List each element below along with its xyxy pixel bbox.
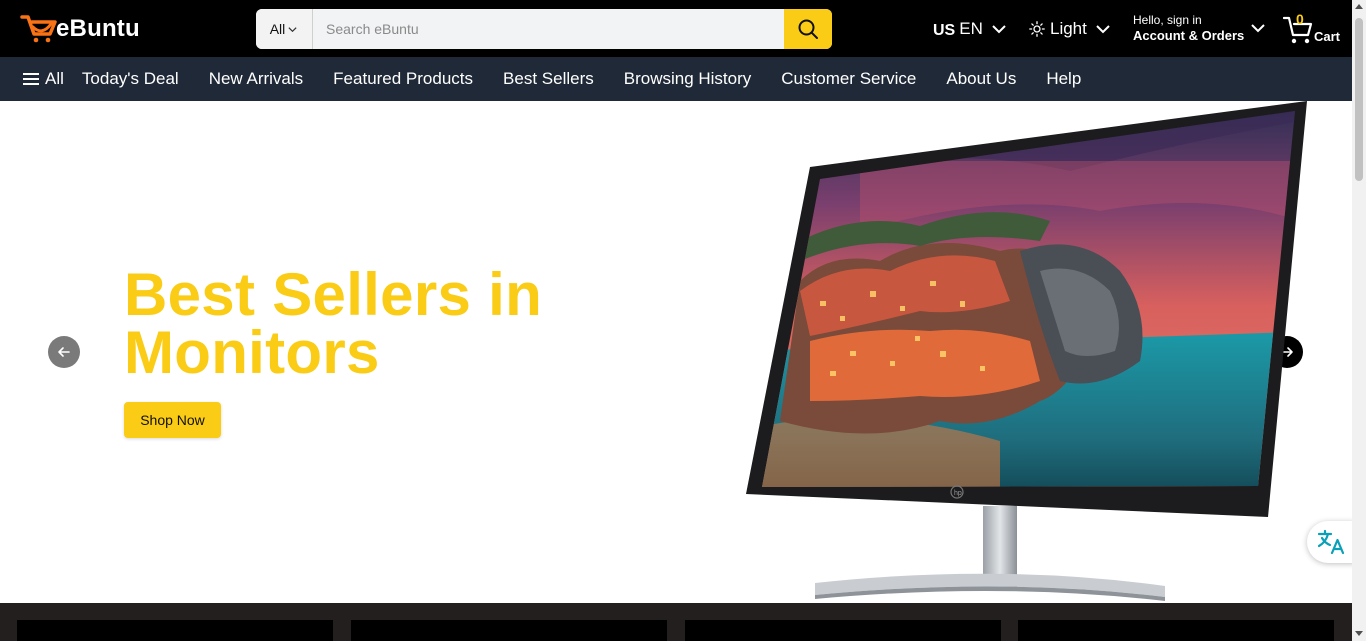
search-bar: All — [256, 9, 832, 49]
hamburger-icon — [23, 73, 39, 85]
nav-item-featured-products[interactable]: Featured Products — [333, 69, 473, 89]
search-icon — [798, 19, 818, 39]
nav-item-about-us[interactable]: About Us — [946, 69, 1016, 89]
cart-count: 0 — [1296, 11, 1304, 27]
nav-all-label: All — [45, 69, 64, 88]
language-code: EN — [959, 19, 983, 38]
chevron-down-icon — [1096, 25, 1110, 34]
flag-label: US — [933, 21, 956, 39]
nav-item-help[interactable]: Help — [1046, 69, 1081, 89]
page-scrollbar[interactable] — [1352, 0, 1366, 641]
product-card[interactable] — [1018, 620, 1334, 641]
search-button[interactable] — [784, 9, 832, 49]
language-selector[interactable]: US EN — [933, 17, 1007, 41]
search-input[interactable] — [313, 9, 784, 49]
account-menu[interactable]: Hello, sign in Account & Orders — [1133, 13, 1266, 43]
scrollbar-thumb[interactable] — [1355, 18, 1363, 181]
arrow-left-icon — [58, 347, 70, 357]
product-card[interactable] — [17, 620, 333, 641]
chevron-down-icon — [992, 25, 1006, 34]
svg-text:hp: hp — [954, 490, 962, 497]
scroll-up-arrow[interactable] — [1355, 4, 1363, 9]
hero-title: Best Sellers in Monitors — [124, 261, 644, 386]
cart-button[interactable]: 0 Cart — [1283, 11, 1341, 47]
product-section-strip — [0, 603, 1352, 641]
nav-item-todays-deal[interactable]: Today's Deal — [82, 69, 179, 89]
account-greeting: Hello, sign in — [1133, 13, 1202, 27]
theme-label: Light — [1050, 19, 1087, 38]
monitor-product-image: hp — [746, 101, 1307, 601]
top-header: eBuntu All US EN Light Hell — [0, 0, 1352, 57]
logo-cart-icon — [20, 15, 57, 43]
hero-title-line1: Best Sellers in — [124, 261, 543, 328]
shop-now-button[interactable]: Shop Now — [124, 402, 221, 438]
hero-title-line2: Monitors — [124, 319, 380, 386]
nav-item-new-arrivals[interactable]: New Arrivals — [209, 69, 303, 89]
logo-text: eBuntu — [56, 15, 140, 42]
theme-toggle[interactable]: Light — [1029, 17, 1111, 41]
nav-all-menu[interactable]: All — [23, 69, 64, 89]
nav-item-browsing-history[interactable]: Browsing History — [624, 69, 752, 89]
account-orders-label: Account & Orders — [1133, 28, 1245, 43]
product-card[interactable] — [351, 620, 667, 641]
sun-icon — [1029, 21, 1045, 37]
nav-item-customer-service[interactable]: Customer Service — [781, 69, 916, 89]
carousel-prev-button[interactable] — [48, 336, 80, 368]
hero-carousel: Best Sellers in Monitors Shop Now hp — [0, 101, 1352, 603]
search-category-label: All — [269, 21, 286, 37]
chevron-down-icon — [1251, 24, 1265, 33]
translate-icon — [1317, 529, 1345, 555]
product-card[interactable] — [685, 620, 1001, 641]
translate-button[interactable] — [1307, 521, 1355, 563]
cart-label: Cart — [1314, 29, 1341, 44]
nav-item-best-sellers[interactable]: Best Sellers — [503, 69, 594, 89]
main-nav: All Today's Deal New Arrivals Featured P… — [0, 57, 1352, 101]
chevron-down-icon — [288, 26, 297, 32]
scroll-down-arrow[interactable] — [1355, 631, 1363, 636]
site-logo[interactable]: eBuntu — [20, 13, 140, 45]
search-category-select[interactable]: All — [256, 9, 313, 49]
